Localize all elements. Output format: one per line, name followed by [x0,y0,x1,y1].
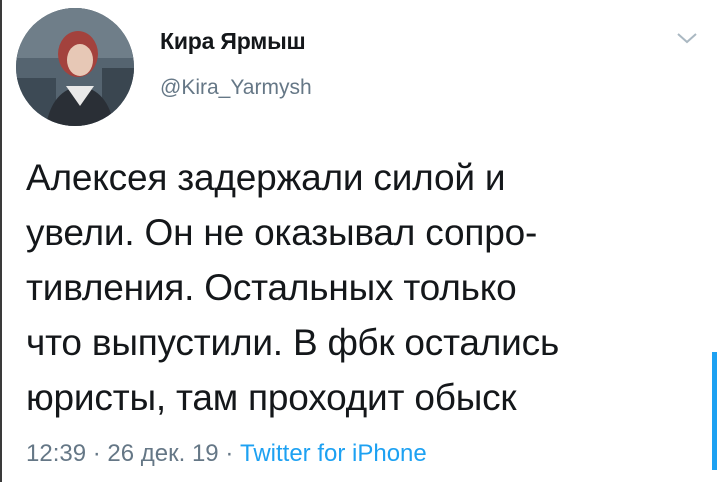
tweet-date[interactable]: 26 дек. 19 [107,440,218,467]
chevron-down-icon[interactable] [674,28,700,48]
author-handle[interactable]: @Kira_Yarmysh [160,76,312,100]
scroll-indicator[interactable] [712,352,717,470]
tweet-text: Алексея задержали силой и увели. Он не о… [26,157,560,418]
author-display-name[interactable]: Кира Ярмыш [160,28,306,55]
author-avatar[interactable] [16,8,134,126]
meta-separator: · [92,440,101,467]
tweet-source-link[interactable]: Twitter for iPhone [240,440,427,467]
profile-photo-icon [16,8,134,126]
tweet-time[interactable]: 12:39 [26,440,86,467]
left-border-line [0,0,2,482]
meta-separator: · [225,440,234,467]
tweet-meta: 12:39 · 26 дек. 19 · Twitter for iPhone [26,440,427,468]
